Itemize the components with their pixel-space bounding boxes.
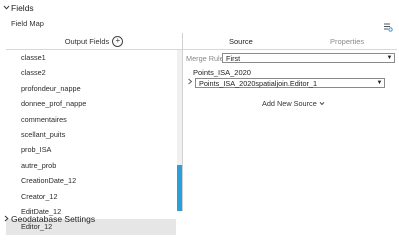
output-field-item[interactable]: classe2 xyxy=(6,65,176,80)
fields-section-header[interactable]: Fields xyxy=(3,3,34,13)
output-field-item[interactable]: donnee_prof_nappe xyxy=(6,96,176,111)
output-field-item[interactable]: profondeur_nappe xyxy=(6,81,176,96)
merge-rule-value: First xyxy=(226,53,241,63)
source-field-select[interactable]: Points_ISA_2020spatialjoin.Editor_1 ▼ xyxy=(195,78,385,88)
field-map-label: Field Map xyxy=(11,19,44,28)
output-fields-list: classe1 classe2 profondeur_nappe donnee_pro… xyxy=(6,50,176,235)
output-field-item[interactable]: CreationDate_12 xyxy=(6,173,176,188)
fields-section-title: Fields xyxy=(11,3,34,13)
output-field-item[interactable]: scellant_puits xyxy=(6,127,176,142)
output-field-item[interactable]: autre_prob xyxy=(6,158,176,173)
merge-rule-select[interactable]: First ▼ xyxy=(222,53,395,63)
chevron-down-icon: ▼ xyxy=(386,55,393,61)
expand-arrow-icon[interactable] xyxy=(187,78,195,87)
output-field-item[interactable]: commentaires xyxy=(6,112,176,127)
output-field-item[interactable]: prob_ISA xyxy=(6,142,176,157)
merge-rule-label: Merge Rule xyxy=(186,54,224,63)
output-fields-title: Output Fields xyxy=(64,36,110,46)
geodatabase-section-header[interactable]: Geodatabase Settings xyxy=(3,214,95,224)
source-field-row xyxy=(187,78,195,87)
chevron-down-icon: ▼ xyxy=(376,80,383,86)
source-field-value: Points_ISA_2020spatialjoin.Editor_1 xyxy=(199,78,318,88)
output-fields-panel: Output Fields + classe1 classe2 profondeur… xyxy=(6,33,183,235)
tab-source[interactable]: Source xyxy=(229,37,253,46)
geodatabase-section-title: Geodatabase Settings xyxy=(11,214,96,224)
output-field-item[interactable]: classe1 xyxy=(6,50,176,65)
add-new-source-button[interactable]: Add New Source xyxy=(262,99,325,108)
chevron-down-icon[interactable] xyxy=(3,4,11,13)
chevron-right-icon[interactable] xyxy=(3,215,11,224)
source-layer-title: Points_ISA_2020 xyxy=(193,68,251,77)
add-new-source-label: Add New Source xyxy=(262,99,317,108)
source-properties-tabs: Source Properties xyxy=(183,33,397,50)
scrollbar-thumb[interactable] xyxy=(177,165,182,211)
output-field-item[interactable]: Creator_12 xyxy=(6,189,176,204)
source-panel: Source Properties Merge Rule First ▼ Poi… xyxy=(183,33,397,211)
tab-properties[interactable]: Properties xyxy=(330,37,364,46)
add-output-field-icon[interactable]: + xyxy=(112,35,124,47)
output-fields-header: Output Fields + xyxy=(6,33,182,50)
chevron-down-icon xyxy=(319,99,325,108)
